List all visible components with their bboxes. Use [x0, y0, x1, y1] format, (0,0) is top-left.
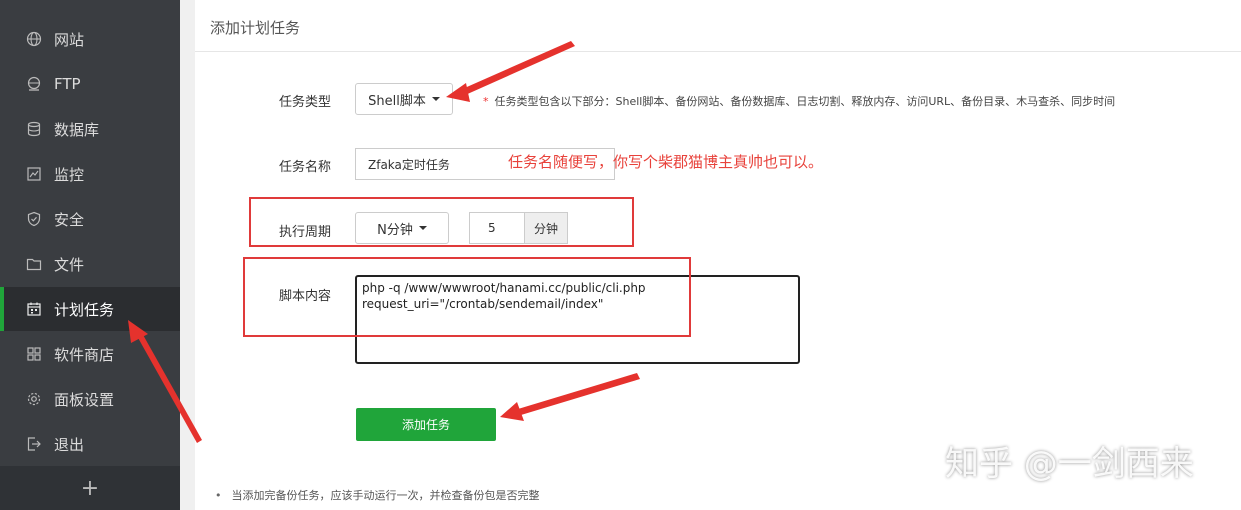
shield-icon — [26, 211, 42, 227]
add-cron-panel: 添加计划任务 任务类型 Shell脚本 * 任务类型包含以下部分：Shell脚本、… — [195, 0, 1241, 510]
sidebar-item-label: 监控 — [54, 165, 85, 184]
task-name-value: Zfaka定时任务 — [368, 157, 450, 172]
sidebar-item-label: 文件 — [54, 255, 85, 274]
backup-note: 当添加完备份任务，应该手动运行一次，并检查备份包是否完整 — [215, 487, 540, 503]
annotation-text: 任务名随便写，你写个柴郡猫博主真帅也可以。 — [508, 153, 824, 171]
zhihu-watermark: 知乎 @一剑西来 — [945, 444, 1194, 484]
add-task-button[interactable]: 添加任务 — [356, 408, 496, 441]
sidebar-item-monitor[interactable]: 监控 — [0, 152, 180, 196]
sidebar-item-logout[interactable]: 退出 — [0, 422, 180, 466]
gear-icon — [26, 391, 42, 407]
plus-icon: + — [80, 475, 100, 501]
database-icon — [26, 121, 42, 137]
caret-down-icon — [431, 97, 440, 101]
sidebar-item-label: 面板设置 — [54, 390, 115, 409]
task-type-value: Shell脚本 — [368, 93, 426, 109]
sidebar: 网站 FTP 数据库 监控 安全 文件 计划任务 软件商店 面板设置 退出 + — [0, 0, 180, 510]
sidebar-item-settings[interactable]: 面板设置 — [0, 377, 180, 421]
highlight-box-cycle — [249, 197, 634, 247]
sidebar-item-label: 计划任务 — [54, 300, 115, 319]
folder-icon — [26, 256, 42, 272]
ftp-icon — [26, 76, 42, 92]
task-type-dropdown[interactable]: Shell脚本 — [355, 83, 453, 115]
sidebar-item-label: 退出 — [54, 435, 85, 454]
page-title: 添加计划任务 — [210, 19, 301, 37]
highlight-box-script — [243, 257, 691, 337]
sidebar-item-label: 网站 — [54, 30, 85, 49]
sidebar-item-label: FTP — [54, 75, 81, 93]
sidebar-item-label: 软件商店 — [54, 345, 115, 364]
sidebar-item-store[interactable]: 软件商店 — [0, 332, 180, 376]
sidebar-item-files[interactable]: 文件 — [0, 242, 180, 286]
panel-header: 添加计划任务 — [195, 0, 1241, 52]
calendar-icon — [26, 301, 42, 317]
grid-icon — [26, 346, 42, 362]
task-name-label: 任务名称 — [279, 160, 332, 175]
sidebar-item-ftp[interactable]: FTP — [0, 62, 180, 106]
globe-icon — [26, 31, 42, 47]
sidebar-item-cron[interactable]: 计划任务 — [0, 287, 180, 331]
required-mark: * — [483, 95, 489, 108]
sidebar-item-label: 安全 — [54, 210, 85, 229]
logout-icon — [26, 436, 42, 452]
sidebar-item-label: 数据库 — [54, 120, 100, 139]
task-type-hint: * 任务类型包含以下部分：Shell脚本、备份网站、备份数据库、日志切割、释放内存… — [483, 95, 1116, 108]
sidebar-item-website[interactable]: 网站 — [0, 17, 180, 61]
monitor-icon — [26, 166, 42, 182]
sidebar-item-database[interactable]: 数据库 — [0, 107, 180, 151]
sidebar-item-security[interactable]: 安全 — [0, 197, 180, 241]
task-type-label: 任务类型 — [279, 95, 332, 110]
sidebar-add-button[interactable]: + — [0, 466, 180, 510]
